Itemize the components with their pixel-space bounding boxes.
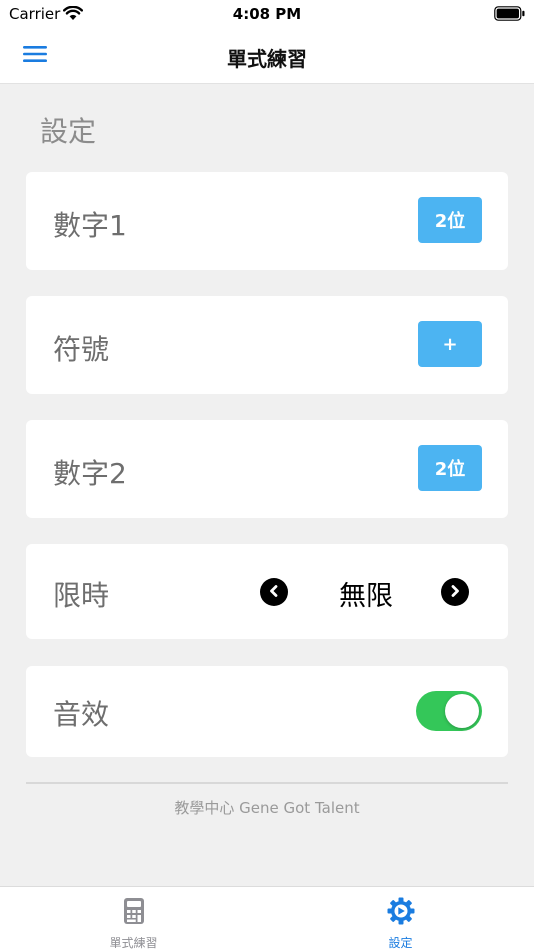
nav-bar: 單式練習 [0,28,534,84]
chevron-left-circle-icon [267,583,281,602]
tab-practice-label: 單式練習 [109,936,158,950]
time-limit-value: 無限 [339,581,393,612]
tab-bar: 單式練習 設定 [0,886,534,950]
divider [26,782,508,784]
number1-digits-button[interactable]: 2位 [418,197,482,243]
number2-card: 數字2 2位 [26,420,508,518]
footer-credit: 教學中心 Gene Got Talent [174,799,360,817]
number2-label: 數字2 [53,457,127,490]
tab-practice[interactable]: 單式練習 [0,887,267,950]
sound-card: 音效 [26,666,508,757]
operator-label: 符號 [53,333,110,366]
chevron-right-circle-icon [448,583,462,602]
time-limit-label: 限時 [53,579,110,612]
status-bar: Carrier 4:08 PM [0,0,534,28]
tab-settings-label: 設定 [388,936,413,950]
gear-icon [386,896,416,926]
toggle-knob [445,694,479,728]
number1-card: 數字1 2位 [26,172,508,270]
number1-label: 數字1 [53,209,127,242]
status-time: 4:08 PM [232,5,302,23]
operator-card: 符號 + [26,296,508,394]
section-title: 設定 [40,115,97,148]
sound-toggle[interactable] [416,691,482,731]
battery-icon [494,6,526,25]
calculator-icon [119,896,149,926]
sound-label: 音效 [53,698,110,731]
operator-button[interactable]: + [418,321,482,367]
time-limit-prev-button[interactable] [260,578,288,606]
number2-digits-button[interactable]: 2位 [418,445,482,491]
page-title: 單式練習 [227,47,307,71]
tab-settings[interactable]: 設定 [267,887,534,950]
time-limit-card: 限時 無限 [26,544,508,639]
time-limit-next-button[interactable] [441,578,469,606]
